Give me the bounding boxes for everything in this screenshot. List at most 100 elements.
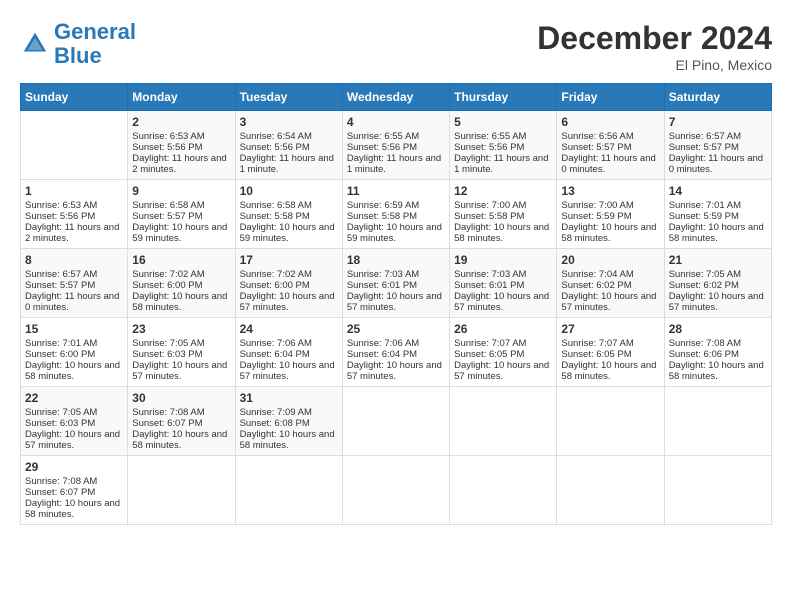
day-info: Sunrise: 6:58 AM [240,200,338,211]
day-info: Sunrise: 6:59 AM [347,200,445,211]
calendar-cell [235,456,342,525]
day-info: Daylight: 10 hours and 57 minutes. [240,291,338,313]
day-info: Daylight: 10 hours and 58 minutes. [240,429,338,451]
day-info: Daylight: 11 hours and 0 minutes. [25,291,123,313]
weekday-header-wednesday: Wednesday [342,84,449,111]
day-info: Sunset: 6:06 PM [669,349,767,360]
calendar-cell: 23Sunrise: 7:05 AMSunset: 6:03 PMDayligh… [128,318,235,387]
day-number: 30 [132,391,230,405]
day-info: Daylight: 10 hours and 57 minutes. [454,360,552,382]
day-info: Sunset: 5:56 PM [347,142,445,153]
week-row-4: 15Sunrise: 7:01 AMSunset: 6:00 PMDayligh… [21,318,772,387]
day-info: Sunrise: 6:57 AM [25,269,123,280]
day-info: Daylight: 10 hours and 57 minutes. [132,360,230,382]
day-info: Sunrise: 6:55 AM [454,131,552,142]
day-info: Sunrise: 7:03 AM [454,269,552,280]
calendar-cell: 7Sunrise: 6:57 AMSunset: 5:57 PMDaylight… [664,111,771,180]
calendar-cell [450,456,557,525]
day-info: Daylight: 10 hours and 58 minutes. [561,360,659,382]
day-info: Sunrise: 6:53 AM [25,200,123,211]
day-number: 10 [240,184,338,198]
page-header: GeneralBlue December 2024 El Pino, Mexic… [20,20,772,73]
calendar-cell: 13Sunrise: 7:00 AMSunset: 5:59 PMDayligh… [557,180,664,249]
calendar-cell: 20Sunrise: 7:04 AMSunset: 6:02 PMDayligh… [557,249,664,318]
calendar-cell: 6Sunrise: 6:56 AMSunset: 5:57 PMDaylight… [557,111,664,180]
day-number: 12 [454,184,552,198]
day-info: Sunrise: 7:03 AM [347,269,445,280]
day-info: Sunrise: 7:01 AM [25,338,123,349]
day-info: Sunset: 6:08 PM [240,418,338,429]
day-info: Sunrise: 7:05 AM [132,338,230,349]
calendar-cell: 24Sunrise: 7:06 AMSunset: 6:04 PMDayligh… [235,318,342,387]
calendar-cell: 26Sunrise: 7:07 AMSunset: 6:05 PMDayligh… [450,318,557,387]
day-info: Daylight: 10 hours and 58 minutes. [669,360,767,382]
day-number: 7 [669,115,767,129]
day-number: 19 [454,253,552,267]
calendar-cell: 9Sunrise: 6:58 AMSunset: 5:57 PMDaylight… [128,180,235,249]
week-row-3: 8Sunrise: 6:57 AMSunset: 5:57 PMDaylight… [21,249,772,318]
day-info: Sunrise: 6:56 AM [561,131,659,142]
day-number: 18 [347,253,445,267]
calendar-cell [342,387,449,456]
day-info: Sunrise: 7:07 AM [454,338,552,349]
day-info: Daylight: 11 hours and 1 minute. [240,153,338,175]
day-info: Daylight: 11 hours and 2 minutes. [25,222,123,244]
day-info: Sunset: 6:01 PM [347,280,445,291]
day-number: 31 [240,391,338,405]
weekday-header-saturday: Saturday [664,84,771,111]
calendar-cell: 29Sunrise: 7:08 AMSunset: 6:07 PMDayligh… [21,456,128,525]
day-info: Sunset: 5:59 PM [561,211,659,222]
day-info: Sunset: 5:56 PM [454,142,552,153]
day-info: Sunset: 6:04 PM [240,349,338,360]
weekday-header-row: SundayMondayTuesdayWednesdayThursdayFrid… [21,84,772,111]
day-info: Sunset: 5:57 PM [25,280,123,291]
day-info: Sunrise: 7:02 AM [132,269,230,280]
day-info: Sunrise: 7:08 AM [669,338,767,349]
day-info: Sunset: 6:00 PM [240,280,338,291]
calendar-cell: 28Sunrise: 7:08 AMSunset: 6:06 PMDayligh… [664,318,771,387]
calendar-cell: 8 Sunrise: 6:57 AMSunset: 5:57 PMDaylight… [21,249,128,318]
day-number: 8 [25,253,123,267]
calendar-cell [557,456,664,525]
day-info: Sunset: 5:57 PM [669,142,767,153]
calendar-cell: 16Sunrise: 7:02 AMSunset: 6:00 PMDayligh… [128,249,235,318]
calendar-cell: 21Sunrise: 7:05 AMSunset: 6:02 PMDayligh… [664,249,771,318]
day-number: 22 [25,391,123,405]
calendar-cell: 27Sunrise: 7:07 AMSunset: 6:05 PMDayligh… [557,318,664,387]
day-info: Daylight: 11 hours and 2 minutes. [132,153,230,175]
day-info: Daylight: 11 hours and 1 minute. [454,153,552,175]
day-info: Sunset: 6:02 PM [561,280,659,291]
day-info: Sunrise: 6:55 AM [347,131,445,142]
day-info: Sunset: 5:57 PM [132,211,230,222]
calendar-cell [21,111,128,180]
location: El Pino, Mexico [537,57,772,73]
calendar-table: SundayMondayTuesdayWednesdayThursdayFrid… [20,83,772,525]
logo-icon [20,29,50,59]
day-info: Sunset: 5:58 PM [347,211,445,222]
day-info: Daylight: 10 hours and 58 minutes. [132,429,230,451]
day-info: Daylight: 11 hours and 0 minutes. [669,153,767,175]
day-info: Sunset: 5:58 PM [454,211,552,222]
day-number: 6 [561,115,659,129]
calendar-cell: 5 Sunrise: 6:55 AMSunset: 5:56 PMDaylight… [450,111,557,180]
day-number: 29 [25,460,123,474]
day-info: Daylight: 10 hours and 57 minutes. [669,291,767,313]
calendar-cell [664,456,771,525]
day-info: Sunrise: 6:54 AM [240,131,338,142]
day-number: 20 [561,253,659,267]
title-block: December 2024 El Pino, Mexico [537,20,772,73]
calendar-cell: 30Sunrise: 7:08 AMSunset: 6:07 PMDayligh… [128,387,235,456]
day-info: Daylight: 10 hours and 57 minutes. [454,291,552,313]
day-number: 5 [454,115,552,129]
day-info: Sunrise: 7:02 AM [240,269,338,280]
day-info: Daylight: 10 hours and 59 minutes. [132,222,230,244]
day-number: 23 [132,322,230,336]
day-number: 17 [240,253,338,267]
calendar-cell: 11Sunrise: 6:59 AMSunset: 5:58 PMDayligh… [342,180,449,249]
day-info: Daylight: 10 hours and 58 minutes. [25,498,123,520]
calendar-cell [664,387,771,456]
day-info: Sunrise: 7:06 AM [347,338,445,349]
weekday-header-monday: Monday [128,84,235,111]
day-info: Sunset: 6:04 PM [347,349,445,360]
day-info: Daylight: 10 hours and 58 minutes. [25,360,123,382]
